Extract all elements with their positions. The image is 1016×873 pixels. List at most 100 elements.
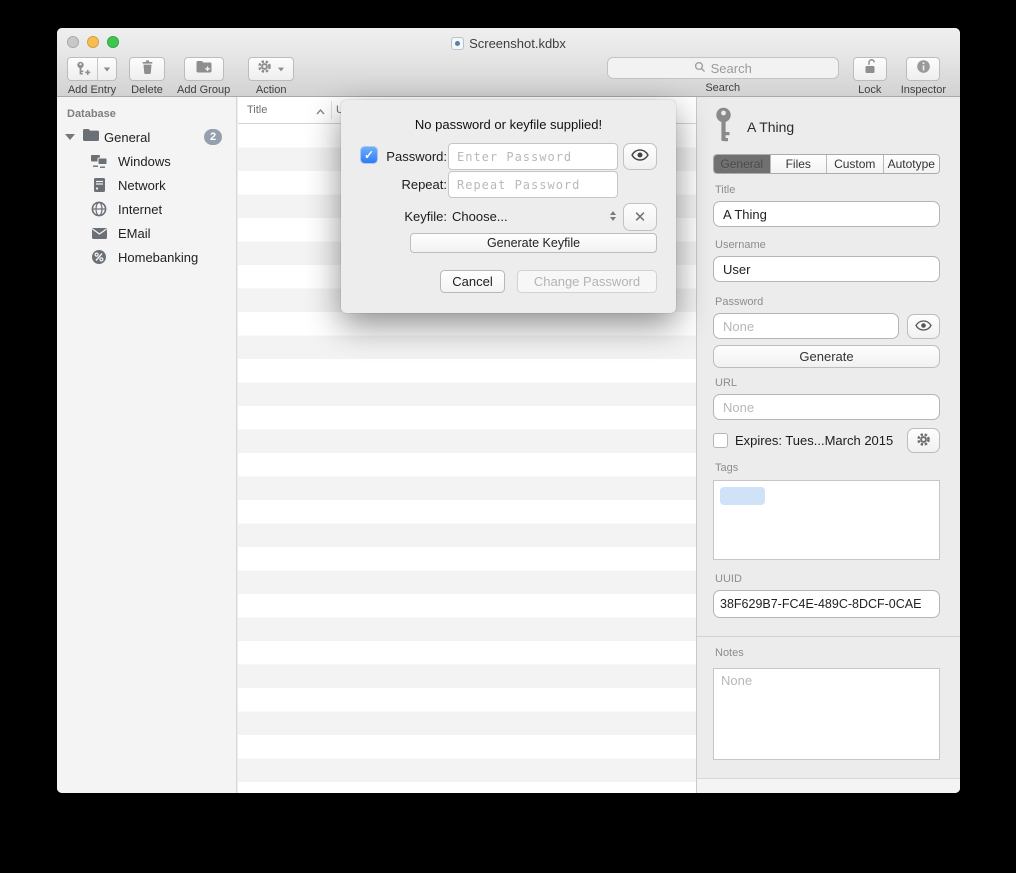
username-field-label: Username — [715, 239, 940, 252]
generate-password-button[interactable]: Generate — [713, 345, 940, 368]
inspector-button[interactable] — [906, 57, 940, 81]
entry-title: A Thing — [747, 119, 794, 135]
windows-network-icon — [90, 154, 108, 169]
url-field-label: URL — [715, 377, 940, 390]
cancel-button[interactable]: Cancel — [440, 270, 505, 293]
server-icon — [90, 177, 108, 193]
add-entry-button[interactable] — [67, 57, 117, 81]
key-icon — [713, 107, 734, 147]
keyfile-popup-value: Choose... — [452, 209, 508, 224]
sidebar: Database General 2 Windows Network I — [57, 97, 237, 793]
separator — [697, 636, 960, 637]
sidebar-item-label: EMail — [118, 226, 151, 241]
notes-field[interactable] — [713, 668, 940, 760]
sidebar-item-internet[interactable]: Internet — [57, 197, 236, 221]
sidebar-item-general[interactable]: General 2 — [57, 125, 236, 149]
notes-label: Notes — [715, 647, 940, 660]
keyfile-label: Keyfile: — [371, 209, 447, 224]
delete-button[interactable] — [129, 57, 165, 81]
lock-button[interactable] — [853, 57, 887, 81]
reveal-password-button[interactable] — [623, 143, 657, 170]
inspector-tabs: General Files Custom Autotype — [713, 154, 940, 174]
title-field-label: Title — [715, 184, 940, 197]
repeat-password-input[interactable] — [448, 171, 618, 198]
column-header-title[interactable]: Title — [247, 104, 267, 116]
search-icon — [694, 61, 706, 76]
tab-autotype[interactable]: Autotype — [884, 155, 940, 173]
action-label: Action — [256, 84, 287, 96]
open-padlock-icon — [863, 59, 877, 80]
add-entry-label: Add Entry — [68, 84, 116, 96]
clear-keyfile-button[interactable]: ✕ — [623, 203, 657, 231]
chevron-down-icon — [278, 67, 284, 71]
tag-chip[interactable] — [720, 487, 765, 505]
window-title: Screenshot.kdbx — [57, 36, 960, 51]
url-field[interactable] — [713, 394, 940, 420]
sidebar-item-windows[interactable]: Windows — [57, 149, 236, 173]
tab-files[interactable]: Files — [771, 155, 828, 173]
chevron-down-icon — [104, 67, 110, 71]
app-window: Screenshot.kdbx Add Entry Delete — [57, 28, 960, 793]
tab-custom[interactable]: Custom — [827, 155, 884, 173]
search-placeholder: Search — [711, 61, 752, 76]
info-icon — [916, 59, 931, 79]
inspector-footer — [697, 778, 960, 793]
sidebar-section-header: Database — [57, 97, 236, 125]
percent-icon — [90, 249, 108, 265]
eye-icon — [915, 319, 932, 334]
gear-icon — [916, 432, 931, 450]
delete-label: Delete — [131, 84, 163, 96]
password-label: Password: — [371, 149, 447, 164]
key-plus-icon — [68, 58, 98, 80]
sidebar-item-label: Windows — [118, 154, 171, 169]
uuid-label: UUID — [715, 573, 940, 586]
search-input[interactable]: Search — [607, 57, 839, 79]
sidebar-item-label: Internet — [118, 202, 162, 217]
keyfile-popup[interactable]: Choose... — [448, 205, 618, 227]
close-x-icon: ✕ — [634, 208, 647, 226]
inspector-panel: A Thing General Files Custom Autotype Ti… — [696, 97, 960, 793]
envelope-icon — [90, 227, 108, 240]
window-chrome: Screenshot.kdbx Add Entry Delete — [57, 28, 960, 97]
action-button[interactable] — [248, 57, 294, 81]
add-entry-dropdown[interactable] — [98, 58, 116, 80]
username-field[interactable] — [713, 256, 940, 282]
globe-icon — [90, 201, 108, 217]
inspector-label: Inspector — [901, 84, 946, 96]
disclosure-triangle-icon[interactable] — [65, 134, 75, 140]
entry-count-badge: 2 — [204, 129, 222, 145]
repeat-label: Repeat: — [371, 177, 447, 192]
change-password-dialog: No password or keyfile supplied! ✓ Passw… — [341, 100, 676, 313]
reveal-password-button[interactable] — [907, 314, 940, 339]
column-divider[interactable] — [331, 101, 332, 119]
stepper-icon — [610, 211, 616, 221]
enter-password-input[interactable] — [448, 143, 618, 170]
folder-plus-icon — [195, 59, 213, 79]
tags-field[interactable] — [713, 480, 940, 560]
password-field[interactable] — [713, 313, 899, 339]
sidebar-item-homebanking[interactable]: Homebanking — [57, 245, 236, 269]
title-field[interactable] — [713, 201, 940, 227]
add-group-label: Add Group — [177, 84, 230, 96]
sidebar-item-email[interactable]: EMail — [57, 221, 236, 245]
sidebar-item-label: Homebanking — [118, 250, 198, 265]
add-group-button[interactable] — [184, 57, 224, 81]
sort-ascending-icon — [316, 106, 325, 118]
expires-options-button[interactable] — [907, 428, 940, 453]
trash-icon — [140, 59, 155, 80]
search-label: Search — [705, 82, 740, 94]
gear-icon — [257, 59, 272, 79]
lock-label: Lock — [858, 84, 881, 96]
expires-checkbox[interactable] — [713, 433, 728, 448]
tags-label: Tags — [715, 462, 940, 475]
eye-icon — [631, 149, 649, 164]
generate-keyfile-button[interactable]: Generate Keyfile — [410, 233, 657, 253]
change-password-button[interactable]: Change Password — [517, 270, 657, 293]
sidebar-item-label: Network — [118, 178, 166, 193]
uuid-field[interactable] — [713, 590, 940, 618]
tab-general[interactable]: General — [714, 155, 771, 173]
folder-icon — [82, 128, 100, 147]
sidebar-item-label: General — [104, 130, 150, 145]
password-field-label: Password — [715, 296, 940, 309]
sidebar-item-network[interactable]: Network — [57, 173, 236, 197]
